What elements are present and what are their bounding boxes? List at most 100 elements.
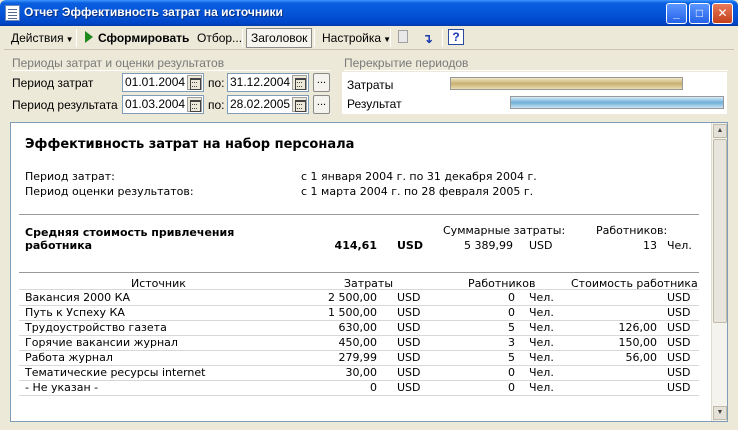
avg-cost-label-2: работника (25, 239, 93, 252)
result-from-field[interactable]: 01.03.2004 (122, 95, 204, 114)
cell-workers-unit: Чел. (529, 351, 554, 364)
toolbar-separator (76, 29, 77, 47)
command-bar: Действия ▼ Сформировать Отбор... Заголово… (4, 26, 734, 50)
cell-cost: 630,00 (338, 321, 378, 334)
calendar-icon[interactable] (292, 75, 307, 90)
document-icon (398, 30, 408, 43)
workers-unit: Чел. (667, 239, 692, 252)
cell-workers-unit: Чел. (529, 306, 554, 319)
scroll-up-icon[interactable]: ▲ (713, 124, 727, 138)
arrow-down-icon: ↴ (422, 31, 433, 46)
period-select-button[interactable]: ... (313, 95, 330, 114)
scroll-thumb[interactable] (713, 139, 727, 323)
cell-cost: 2 500,00 (328, 291, 377, 304)
cost-period-label: Период затрат (12, 76, 94, 90)
cost-from-field[interactable]: 01.01.2004 (122, 73, 204, 92)
cell-worker-cost-currency: USD (667, 336, 691, 349)
overlap-chart: Затраты Результат (342, 72, 727, 114)
total-cost-currency: USD (529, 239, 553, 252)
cell-worker-cost-currency: USD (667, 381, 691, 394)
cell-worker-cost-currency: USD (667, 351, 691, 364)
cell-source: Горячие вакансии журнал (25, 336, 178, 349)
total-cost-value: 5 389,99 (464, 239, 513, 252)
cell-cost: 279,99 (338, 351, 378, 364)
cell-source: Тематические ресурсы internet (25, 366, 206, 379)
settings-menu[interactable]: Настройка ▼ (317, 28, 396, 48)
maximize-button[interactable]: □ (689, 3, 710, 24)
overlap-cost-label: Затраты (347, 78, 394, 92)
workers-value: 13 (643, 239, 657, 252)
actions-menu[interactable]: Действия ▼ (6, 28, 79, 48)
title-bar[interactable]: Отчет Эффективность затрат на источники … (0, 0, 738, 26)
report-area[interactable]: Эффективность затрат на набор персонала … (10, 122, 728, 422)
cell-source: Трудоустройство газета (25, 321, 167, 334)
scroll-down-icon[interactable]: ▼ (713, 406, 727, 420)
cost-to-field[interactable]: 31.12.2004 (227, 73, 309, 92)
selection-button[interactable]: Отбор... (192, 28, 247, 48)
avg-cost-label: Средняя стоимость привлечения (25, 226, 235, 239)
cell-workers: 0 (508, 306, 515, 319)
section-divider (344, 70, 728, 71)
cost-period-bar (450, 77, 683, 90)
cell-workers: 0 (508, 366, 515, 379)
cell-cost: 0 (370, 381, 377, 394)
generate-button[interactable]: Сформировать (80, 28, 194, 48)
cell-cost: 450,00 (338, 336, 378, 349)
play-icon (85, 31, 93, 43)
cell-workers-unit: Чел. (529, 381, 554, 394)
to-label: по: (208, 98, 225, 112)
section-divider (12, 70, 330, 71)
cell-worker-cost-currency: USD (667, 291, 691, 304)
overlap-result-label: Результат (347, 97, 402, 111)
close-button[interactable]: ✕ (712, 3, 733, 24)
cell-workers-unit: Чел. (529, 291, 554, 304)
cell-cost-currency: USD (397, 321, 421, 334)
cell-cost: 1 500,00 (328, 306, 377, 319)
result-period-caption: Период оценки результатов: (25, 185, 194, 198)
refresh-button[interactable]: ↴ (418, 28, 438, 48)
cell-source: - Не указан - (25, 381, 99, 394)
report-divider (19, 214, 699, 215)
row-divider (19, 395, 699, 396)
cell-source: Путь к Успеху КА (25, 306, 125, 319)
cell-cost-currency: USD (397, 351, 421, 364)
cell-worker-cost-currency: USD (667, 306, 691, 319)
total-cost-label: Суммарные затраты: (443, 224, 566, 237)
calendar-icon[interactable] (292, 97, 307, 112)
calendar-icon[interactable] (187, 97, 202, 112)
cell-source: Вакансия 2000 КА (25, 291, 130, 304)
overlap-section-title: Перекрытие периодов (344, 56, 469, 70)
to-label: по: (208, 76, 225, 90)
toolbar-separator (242, 29, 243, 47)
help-icon: ? (448, 29, 464, 45)
report-title: Эффективность затрат на набор персонала (25, 137, 355, 152)
toolbar-separator (314, 29, 315, 47)
cell-cost: 30,00 (345, 366, 378, 379)
header-divider (19, 289, 699, 290)
result-to-field[interactable]: 28.02.2005 (227, 95, 309, 114)
help-button[interactable]: ? (446, 28, 466, 48)
cell-worker-cost-currency: USD (667, 321, 691, 334)
periods-section-title: Периоды затрат и оценки результатов (12, 56, 225, 70)
cell-cost-currency: USD (397, 291, 421, 304)
cell-worker-cost: 56,00 (625, 351, 658, 364)
workers-label: Работников: (596, 224, 668, 237)
cell-workers-unit: Чел. (529, 336, 554, 349)
copy-doc-button[interactable] (394, 28, 414, 48)
header-toggle-button[interactable]: Заголовок (246, 28, 313, 48)
cell-worker-cost: 150,00 (618, 336, 658, 349)
avg-cost-value: 414,61 (334, 239, 377, 252)
report-doc-icon (5, 5, 20, 21)
window-title: Отчет Эффективность затрат на источники (24, 5, 283, 19)
calendar-icon[interactable] (187, 75, 202, 90)
result-period-value: с 1 марта 2004 г. по 28 февраля 2005 г. (301, 185, 534, 198)
minimize-button[interactable]: _ (666, 3, 687, 24)
table-top-line (19, 272, 699, 273)
toolbar-separator (390, 29, 391, 47)
cell-worker-cost: 126,00 (618, 321, 658, 334)
cell-source: Работа журнал (25, 351, 113, 364)
cell-workers-unit: Чел. (529, 321, 554, 334)
period-select-button[interactable]: ... (313, 73, 330, 92)
cell-workers: 3 (508, 336, 515, 349)
vertical-scrollbar[interactable]: ▲ ▼ (711, 123, 727, 421)
